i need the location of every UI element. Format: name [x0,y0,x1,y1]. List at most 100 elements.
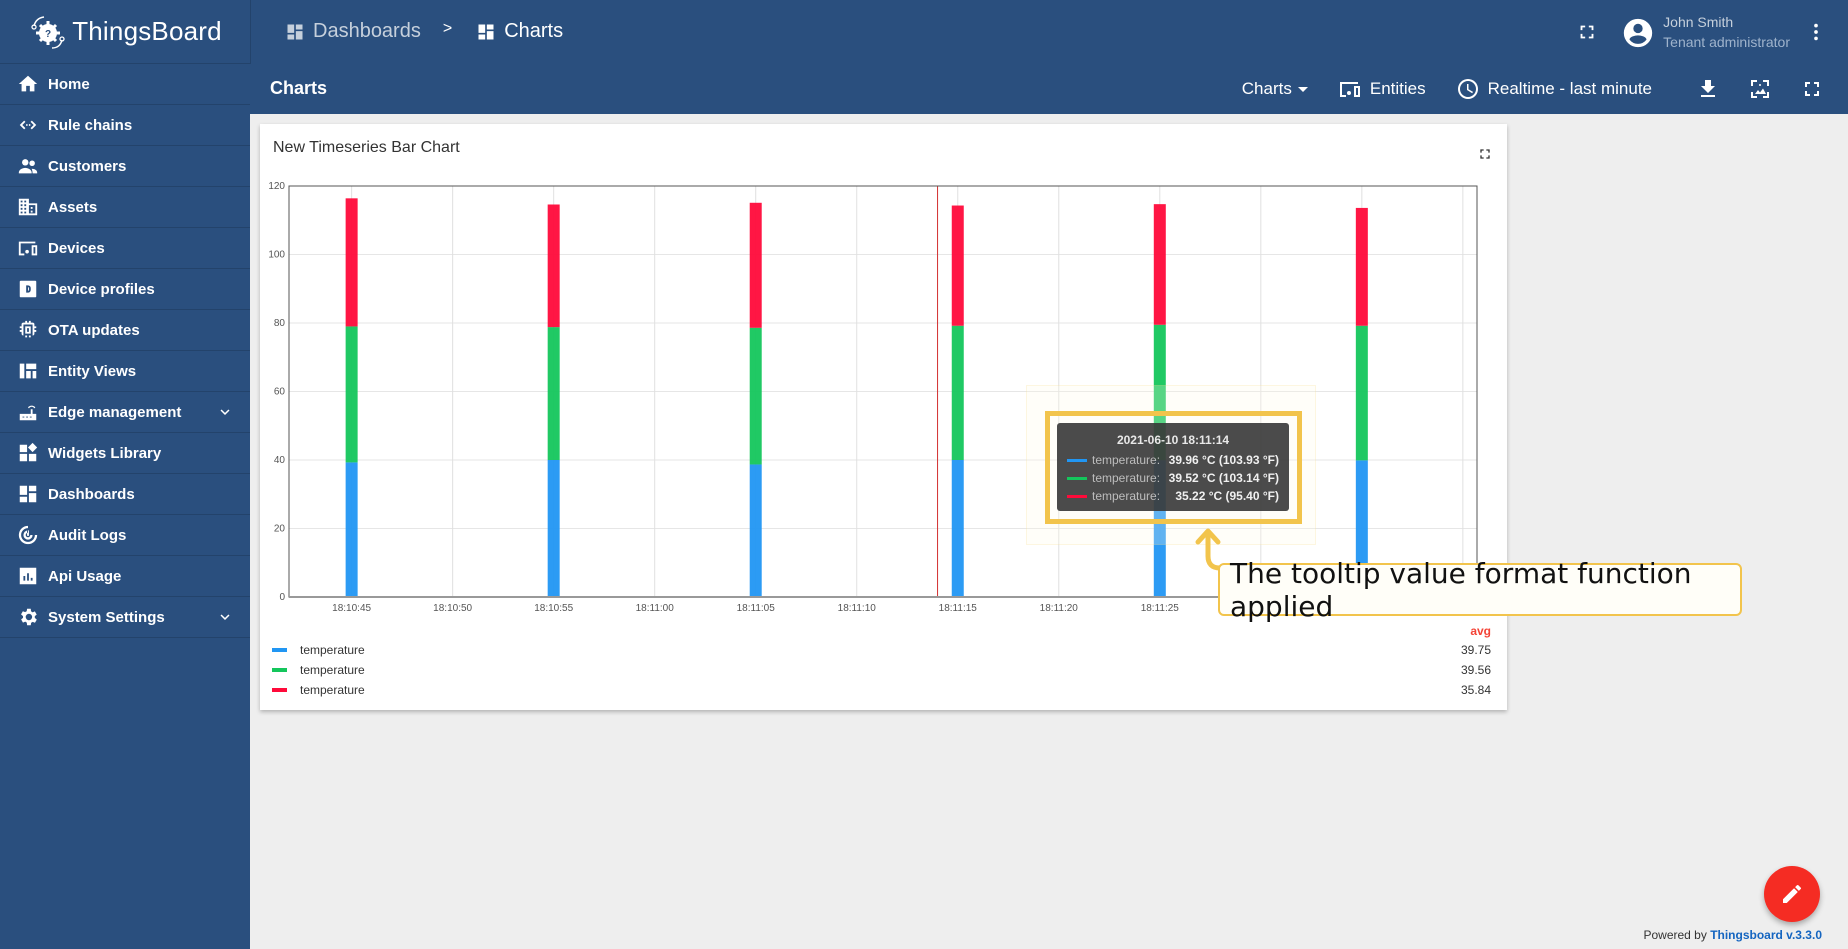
legend-item[interactable]: temperature 39.75 [272,640,1491,660]
legend-avg-value: 39.56 [1460,663,1491,677]
legend-item[interactable]: temperature 39.56 [272,660,1491,680]
sidebar-item-label: Entity Views [48,362,137,380]
legend-item[interactable]: temperature 35.84 [272,680,1491,700]
sidebar-item-customers[interactable]: Customers [0,146,250,187]
devices-icon [1339,82,1360,97]
legend-label: temperature [300,663,365,677]
sidebar-item-label: Assets [48,198,98,216]
edit-dashboard-button[interactable] [1764,866,1820,922]
sidebar-item-entity-views[interactable]: Entity Views [0,351,250,392]
fullscreen-icon [1580,25,1594,39]
legend-swatch [272,688,287,692]
timewindow-button[interactable]: Realtime - last minute [1456,77,1652,101]
sidebar-item-audit-logs[interactable]: Audit Logs [0,515,250,556]
sidebar-item-label: Api Usage [48,567,122,585]
bar-segment [1355,207,1368,326]
image-export-button[interactable] [1734,69,1786,109]
dashboard-fullscreen-button[interactable] [1786,69,1838,109]
breadcrumb-label: Charts [504,20,564,42]
logo[interactable]: ? ThingsBoard [0,0,250,64]
avatar[interactable] [1621,16,1653,48]
bar-segment [1153,204,1166,325]
sidebar-item-dashboards[interactable]: Dashboards [0,474,250,515]
breadcrumb-item-dashboards[interactable]: Dashboards [285,20,421,43]
chart-legend: temperature 39.75 temperature 39.56 temp… [272,640,1491,700]
x-tick-label: 18:11:05 [737,603,776,614]
dashboard-actions: Charts Entities Realtime - last minute [1242,64,1838,114]
state-selector[interactable]: Charts [1242,79,1308,99]
footer-version-link[interactable]: Thingsboard v.3.3.0 [1710,928,1822,942]
sidebar-item-edge-management[interactable]: Edge management [0,392,250,433]
chevron-down-icon[interactable] [216,403,234,421]
export-button[interactable] [1682,69,1734,109]
sidebar-item-ota-updates[interactable]: OTA updates [0,310,250,351]
account-circle-icon [1623,18,1653,48]
image-frame-icon [1751,80,1769,98]
sidebar-item-label: Widgets Library [48,444,162,462]
bar-segment [951,205,964,326]
breadcrumb-separator: > [442,19,453,37]
chevron-down-icon[interactable] [216,608,234,626]
y-tick-label: 40 [274,455,286,466]
ota-updates-icon [17,319,39,341]
thingsboard-logo-icon: ? [31,15,65,49]
x-tick-label: 18:11:00 [636,603,675,614]
rule-chains-icon [17,114,39,136]
settings-icon [17,606,39,628]
widgets-icon [17,442,39,464]
legend-swatch [272,648,287,652]
dashboards-icon [478,24,494,39]
user-area: John Smith Tenant administrator [1567,0,1848,64]
sidebar-item-label: Audit Logs [48,526,127,544]
assets-icon [17,196,39,218]
y-tick-label: 20 [274,524,286,535]
sidebar-item-devices[interactable]: Devices [0,228,250,269]
user-info[interactable]: John Smith Tenant administrator [1663,12,1790,52]
customers-icon [17,155,39,177]
x-tick-label: 18:10:55 [534,603,573,614]
sidebar-item-assets[interactable]: Assets [0,187,250,228]
bar-segment [547,327,560,460]
dashboard-title: Charts [270,78,328,98]
more-menu-button[interactable] [1796,12,1836,52]
bar-segment [749,202,762,328]
audit-logs-icon [17,524,39,546]
sidebar-item-home[interactable]: Home [0,64,250,105]
x-tick-label: 18:11:20 [1040,603,1079,614]
entities-label: Entities [1369,79,1426,98]
sidebar-item-label: Dashboards [48,485,135,503]
entities-button[interactable]: Entities [1338,77,1426,101]
x-tick-label: 18:10:50 [433,603,472,614]
clock-icon [1457,79,1478,99]
sidebar-item-device-profiles[interactable]: Device profiles [0,269,250,310]
timewindow-label: Realtime - last minute [1487,79,1652,98]
bar-segment [547,460,560,597]
x-tick-label: 18:10:45 [332,603,371,614]
sidebar-item-api-usage[interactable]: Api Usage [0,556,250,597]
x-tick-label: 18:11:25 [1141,603,1180,614]
bar-segment [1355,325,1368,461]
sidebar-item-label: Devices [48,239,105,257]
home-icon [17,73,39,95]
sidebar-item-widgets-library[interactable]: Widgets Library [0,433,250,474]
user-role: Tenant administrator [1663,34,1790,50]
sidebar-item-label: Rule chains [48,116,133,134]
y-tick-label: 100 [268,250,285,261]
devices-icon [17,237,39,259]
legend-swatch [272,668,287,672]
y-tick-label: 60 [274,387,286,398]
footer-prefix: Powered by [1643,928,1707,942]
sidebar-item-label: System Settings [48,608,165,626]
y-tick-label: 0 [279,592,285,603]
sidebar-item-label: OTA updates [48,321,140,339]
bar-segment [345,198,358,327]
dashboards-icon [17,483,39,505]
x-tick-label: 18:11:10 [838,603,877,614]
fullscreen-button[interactable] [1567,12,1607,52]
y-tick-label: 120 [268,181,285,192]
sidebar-item-label: Device profiles [48,280,155,298]
sidebar-item-system-settings[interactable]: System Settings [0,597,250,638]
sidebar: ? ThingsBoard Home Rule chains Customers… [0,0,250,949]
sidebar-item-rule-chains[interactable]: Rule chains [0,105,250,146]
device-profiles-icon [17,278,39,300]
